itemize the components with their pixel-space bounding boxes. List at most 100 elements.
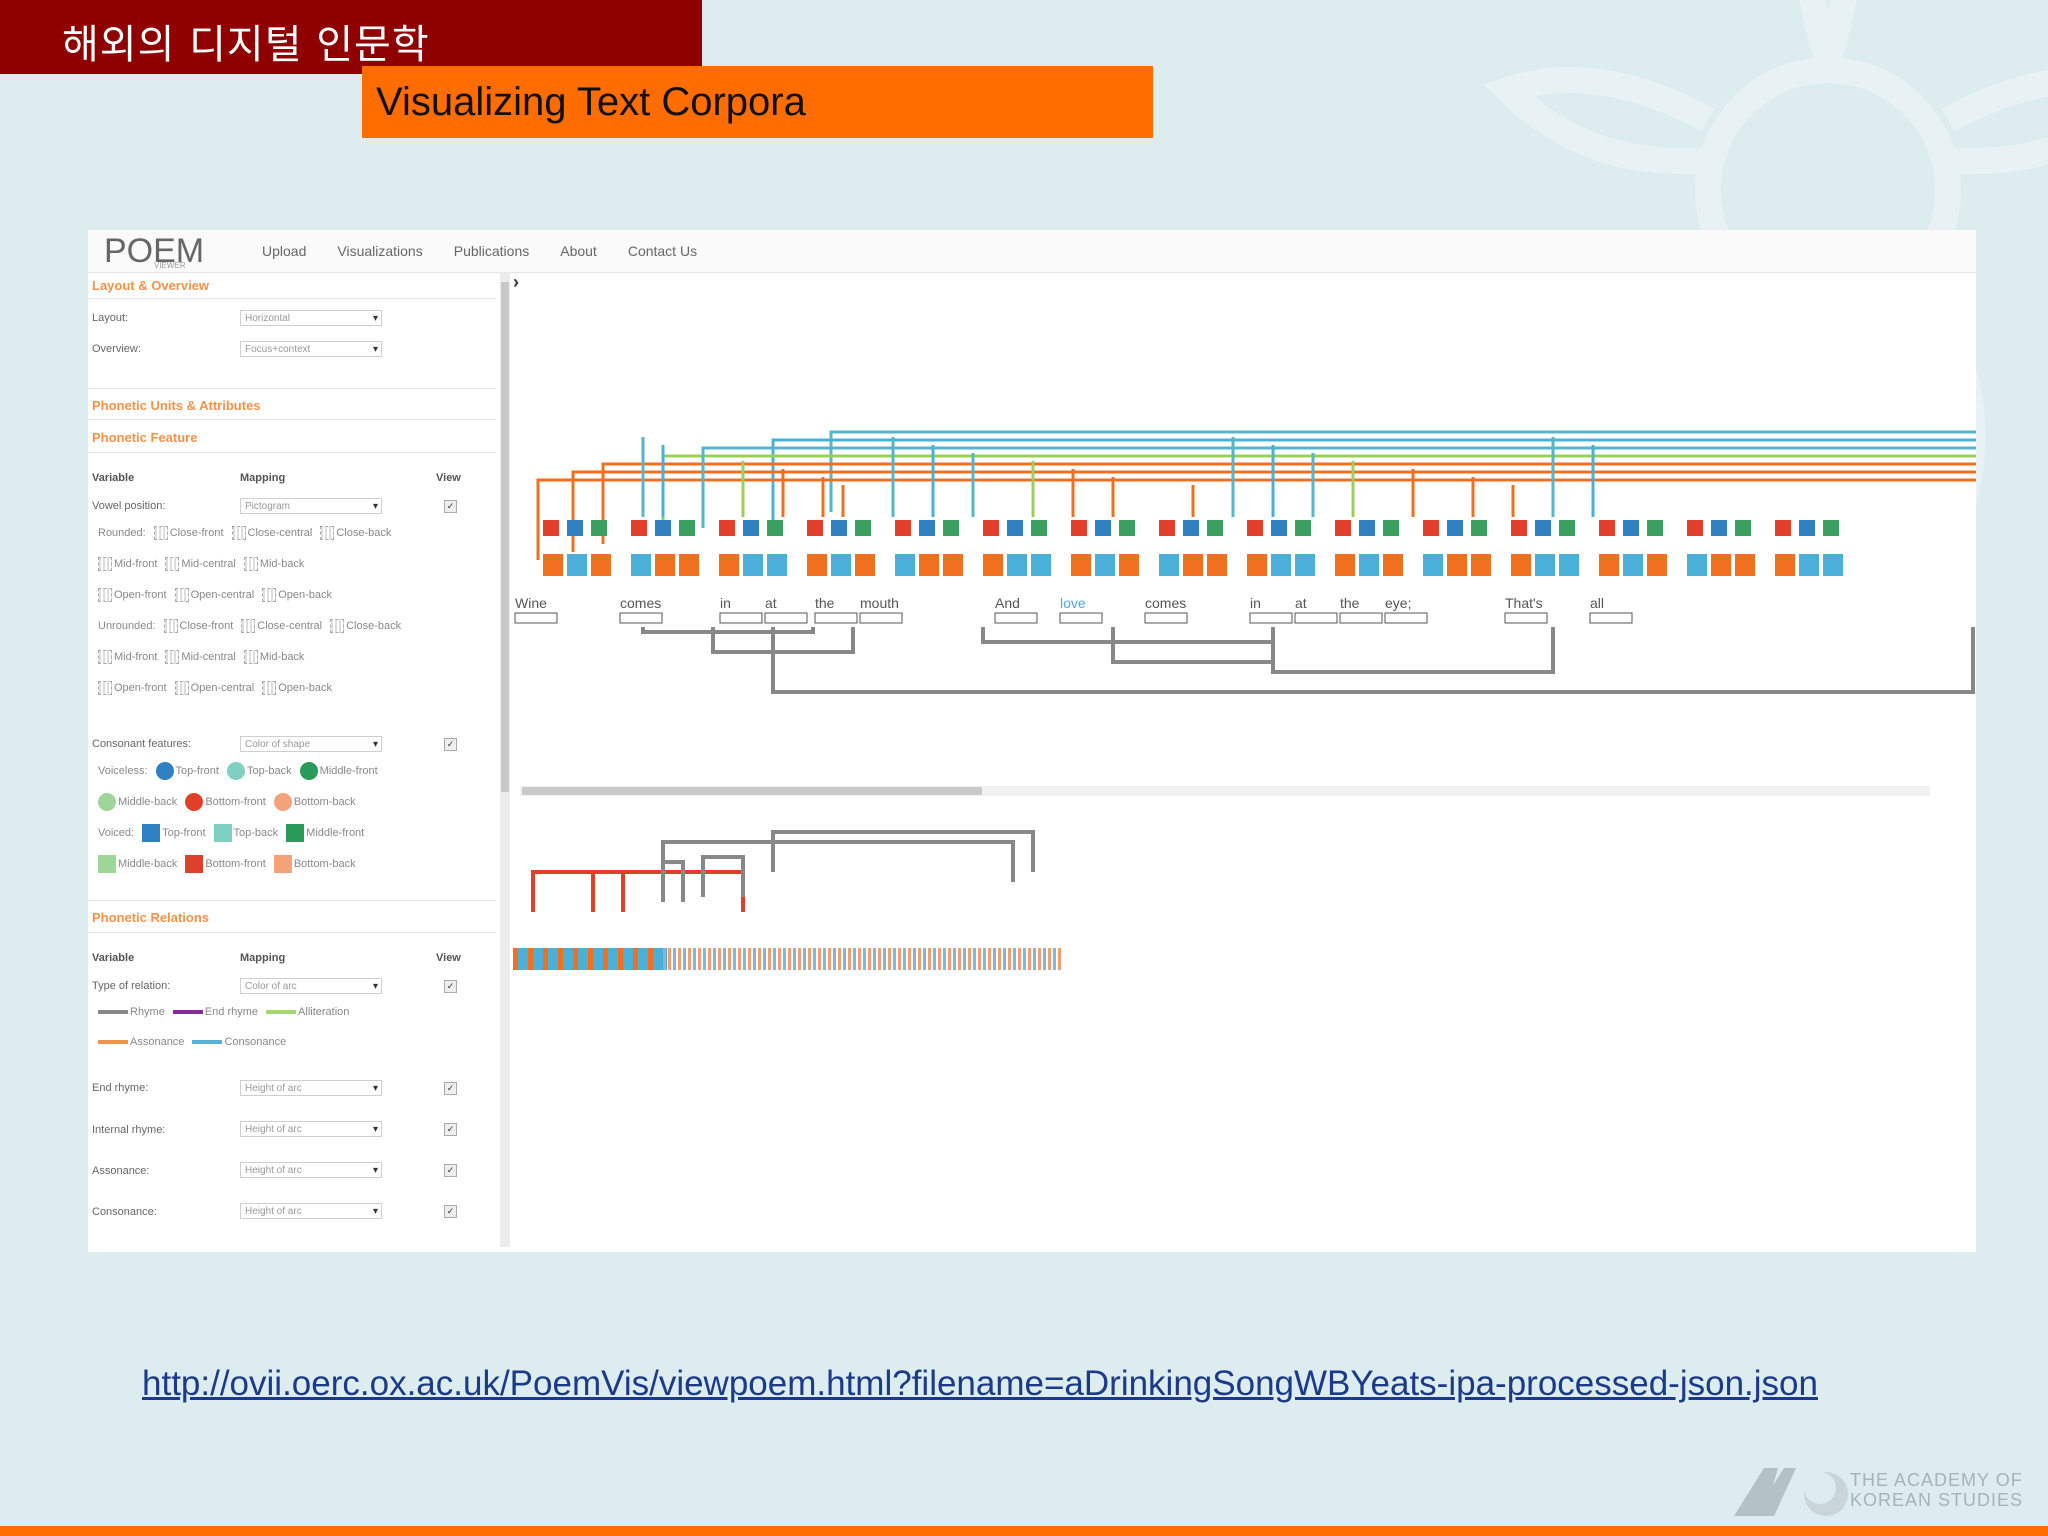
- layout-select[interactable]: Horizontal: [240, 310, 382, 327]
- end-rhyme-checkbox[interactable]: ✓: [444, 1082, 457, 1095]
- overview-phoneme-strip: [1028, 948, 1031, 970]
- overview-phoneme-strip: [783, 948, 786, 970]
- phoneme-box: [1799, 554, 1819, 576]
- pictogram-icon: [320, 526, 335, 540]
- consonant-features-select[interactable]: Color of shape: [240, 736, 382, 753]
- overview-phoneme-strip: [1048, 948, 1051, 970]
- consonant-marker: [679, 520, 695, 536]
- voiced-label: Voiced:: [98, 827, 135, 839]
- scrollbar-thumb[interactable]: [522, 787, 982, 795]
- phonetic-visualization-svg: Wine comes in at the mouth And love comes in at the…: [513, 430, 1976, 970]
- consonant-marker: [1207, 520, 1223, 536]
- legend-label: Close-back: [336, 527, 392, 539]
- settings-panel: Layout & Overview Layout: Horizontal Ove…: [88, 272, 500, 1252]
- consonant-marker: [1559, 520, 1575, 536]
- panel-scrollbar[interactable]: [500, 272, 510, 1247]
- consonance-select[interactable]: Height of arc: [240, 1203, 382, 1220]
- voiceless-row-2: Middle-back Bottom-front Bottom-back: [98, 793, 356, 811]
- legend-label: Open-central: [190, 682, 255, 694]
- legend-label: Top-back: [246, 765, 292, 777]
- line-swatch-icon: [98, 1040, 128, 1044]
- phoneme-box: [1359, 554, 1379, 576]
- phoneme-box: [1335, 554, 1355, 576]
- assonance-select[interactable]: Height of arc: [240, 1162, 382, 1179]
- legend-label: Mid-central: [181, 651, 236, 663]
- app-logo-sub: VIEWER: [154, 261, 186, 270]
- consonant-view-checkbox[interactable]: ✓: [444, 738, 457, 751]
- overview-phoneme-strip: [1033, 948, 1036, 970]
- internal-rhyme-select[interactable]: Height of arc: [240, 1121, 382, 1138]
- pictogram-icon: [98, 681, 112, 695]
- overview-phoneme-strip: [853, 948, 856, 970]
- section-layout-overview[interactable]: Layout & Overview: [92, 278, 209, 293]
- voiceless-label: Voiceless:: [98, 765, 148, 777]
- overview-phoneme-strip: [728, 948, 731, 970]
- rhyme-arc: [1271, 627, 1555, 674]
- overview-phoneme-strip: [798, 948, 801, 970]
- phoneme-box: [1775, 554, 1795, 576]
- stress-pattern-box: [814, 612, 858, 624]
- section-phonetic-units[interactable]: Phonetic Units & Attributes: [92, 398, 261, 413]
- legend-label: Middle-front: [319, 765, 378, 777]
- legend-label: Alliteration: [298, 1006, 350, 1018]
- consonant-marker: [1335, 520, 1351, 536]
- section-phonetic-relations[interactable]: Phonetic Relations: [92, 910, 209, 925]
- overview-phoneme-strip: [848, 948, 851, 970]
- legend-item: Assonance: [98, 1036, 184, 1048]
- stress-pattern-box: [514, 612, 558, 624]
- vowel-view-checkbox[interactable]: ✓: [444, 500, 457, 513]
- legend-item: Mid-front: [98, 650, 157, 664]
- consonance-label: Consonance:: [92, 1206, 157, 1218]
- overview-phoneme-strip: [868, 948, 871, 970]
- phoneme-box: [1687, 554, 1707, 576]
- col-view: View: [436, 472, 461, 484]
- square-swatch-icon: [98, 855, 116, 873]
- legend-item: Alliteration: [266, 1006, 349, 1018]
- square-swatch-icon: [273, 855, 292, 873]
- vowel-position-select[interactable]: Pictogram: [240, 498, 382, 515]
- divider: [88, 900, 496, 901]
- overview-phoneme-strip: [858, 948, 861, 970]
- source-url-link[interactable]: http://ovii.oerc.ox.ac.uk/PoemVis/viewpo…: [142, 1364, 1818, 1404]
- overview-select[interactable]: Focus+context: [240, 341, 382, 358]
- consonant-marker: [1823, 520, 1839, 536]
- circle-swatch-icon: [185, 793, 204, 811]
- phoneme-box: [855, 554, 875, 576]
- nav-contact-us[interactable]: Contact Us: [628, 243, 697, 259]
- section-phonetic-feature[interactable]: Phonetic Feature: [92, 430, 197, 445]
- legend-label: Rhyme: [130, 1006, 165, 1018]
- overview-phoneme-strip: [738, 948, 741, 970]
- stress-pattern-box: [1589, 612, 1633, 624]
- consonant-marker: [1535, 520, 1551, 536]
- phoneme-box: [655, 554, 675, 576]
- stress-pattern-box: [994, 612, 1038, 624]
- relation-type-select[interactable]: Color of arc: [240, 978, 382, 995]
- stress-pattern-box: [1384, 612, 1428, 624]
- overview-phoneme-strip: [903, 948, 906, 970]
- nav-upload[interactable]: Upload: [262, 243, 306, 259]
- relation-view-checkbox[interactable]: ✓: [444, 980, 457, 993]
- legend-label: Close-front: [169, 527, 224, 539]
- square-swatch-icon: [185, 855, 204, 873]
- assonance-checkbox[interactable]: ✓: [444, 1164, 457, 1177]
- unrounded-row-2: Mid-front Mid-central Mid-back: [98, 650, 304, 664]
- internal-rhyme-checkbox[interactable]: ✓: [444, 1123, 457, 1136]
- overview-phoneme-strip: [1013, 948, 1016, 970]
- scrollbar-thumb[interactable]: [501, 282, 509, 792]
- consonance-checkbox[interactable]: ✓: [444, 1205, 457, 1218]
- consonant-marker: [591, 520, 607, 536]
- overview-phoneme-strip: [663, 948, 666, 970]
- stress-pattern-box: [1059, 612, 1103, 624]
- overview-phoneme-strip: [1053, 948, 1056, 970]
- pictogram-icon: [98, 650, 112, 664]
- visualization-hscrollbar[interactable]: [520, 786, 1930, 796]
- legend-item: Bottom-front: [185, 855, 266, 873]
- nav-about[interactable]: About: [560, 243, 597, 259]
- consonant-marker: [1687, 520, 1703, 536]
- nav-visualizations[interactable]: Visualizations: [337, 243, 422, 259]
- overview-phoneme-strip: [748, 948, 751, 970]
- nav-publications[interactable]: Publications: [454, 243, 530, 259]
- end-rhyme-select[interactable]: Height of arc: [240, 1080, 382, 1097]
- overview-phoneme-strip: [818, 948, 821, 970]
- overview-phoneme-strip: [1018, 948, 1021, 970]
